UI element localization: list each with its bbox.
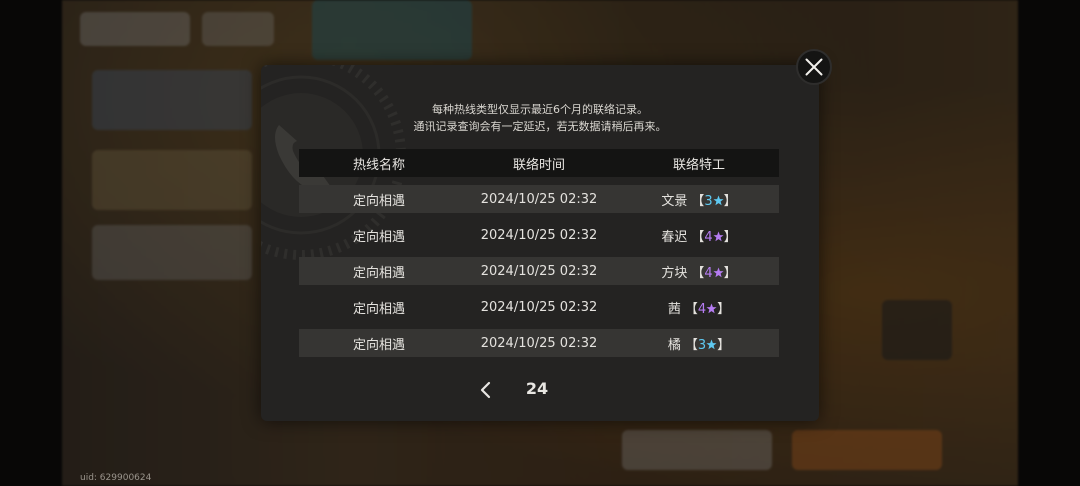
header-hotline-name: 热线名称 bbox=[352, 157, 405, 173]
rank-number: 3 bbox=[704, 193, 713, 209]
row-time: 2024/10/25 02:32 bbox=[480, 335, 598, 351]
rank-number: 4 bbox=[704, 265, 713, 281]
row-hotline: 定向相遇 bbox=[352, 229, 405, 245]
row-agent-cell: 春迟 【4】 bbox=[619, 226, 779, 245]
row-agent: 文景 bbox=[661, 193, 688, 209]
row-hotline: 定向相遇 bbox=[352, 193, 405, 209]
header-contact-time: 联络时间 bbox=[512, 157, 565, 173]
star-icon bbox=[706, 338, 717, 349]
row-time: 2024/10/25 02:32 bbox=[480, 227, 598, 243]
row-agent-cell: 茜【4】 bbox=[619, 298, 779, 317]
header-contact-agent: 联络特工 bbox=[672, 157, 725, 173]
close-button[interactable] bbox=[796, 49, 832, 85]
table-row: 定向相遇 2024/10/25 02:32 橘【3】 bbox=[299, 329, 779, 357]
star-icon bbox=[713, 266, 724, 277]
pagination: 24 bbox=[261, 378, 819, 402]
rank-number: 4 bbox=[704, 229, 713, 245]
row-time: 2024/10/25 02:32 bbox=[480, 263, 598, 279]
notice-line-2: 通讯记录查询会有一定延迟，若无数据请稍后再来。 bbox=[413, 120, 667, 133]
row-agent: 方块 bbox=[661, 265, 688, 281]
star-icon bbox=[713, 194, 724, 205]
row-agent: 茜 bbox=[667, 301, 681, 317]
row-hotline: 定向相遇 bbox=[352, 337, 405, 353]
rank-number: 4 bbox=[697, 301, 707, 317]
contact-record-panel: 每种热线类型仅显示最近6个月的联络记录。 通讯记录查询会有一定延迟，若无数据请稍… bbox=[261, 65, 819, 421]
chevron-left-icon bbox=[480, 381, 491, 399]
row-agent-cell: 橘【3】 bbox=[619, 334, 779, 353]
table-header: 热线名称 联络时间 联络特工 bbox=[299, 149, 779, 177]
row-agent: 春迟 bbox=[661, 229, 688, 245]
rank-number: 3 bbox=[697, 337, 707, 353]
row-agent-cell: 文景 【3】 bbox=[619, 190, 779, 209]
agent-rank: 【4】 bbox=[691, 229, 737, 245]
table-row: 定向相遇 2024/10/25 02:32 春迟 【4】 bbox=[299, 221, 779, 249]
table-row: 定向相遇 2024/10/25 02:32 茜【4】 bbox=[299, 293, 779, 321]
prev-page-button[interactable] bbox=[476, 380, 496, 400]
contact-table: 热线名称 联络时间 联络特工 定向相遇 2024/10/25 02:32 文景【… bbox=[299, 149, 779, 357]
notice-text: 每种热线类型仅显示最近6个月的联络记录。 通讯记录查询会有一定延迟，若无数据请稍… bbox=[261, 101, 819, 135]
row-time: 2024/10/25 02:32 bbox=[480, 299, 598, 315]
table-row: 定向相遇 2024/10/25 02:32 文景 【3】 bbox=[299, 185, 779, 213]
row-agent: 橘 bbox=[667, 337, 681, 353]
notice-line-1: 每种热线类型仅显示最近6个月的联络记录。 bbox=[432, 103, 648, 116]
close-icon bbox=[805, 58, 823, 76]
page-number: 24 bbox=[525, 379, 549, 398]
agent-rank: 【3】 bbox=[691, 193, 737, 209]
uid-label: uid: 629900624 bbox=[80, 473, 152, 483]
agent-rank: 【4】 bbox=[684, 301, 731, 317]
row-time: 2024/10/25 02:32 bbox=[480, 191, 598, 207]
star-icon bbox=[713, 230, 724, 241]
star-icon bbox=[706, 302, 717, 313]
row-hotline: 定向相遇 bbox=[352, 265, 405, 281]
table-row: 定向相遇 2024/10/25 02:32 方块 【4】 bbox=[299, 257, 779, 285]
agent-rank: 【4】 bbox=[691, 265, 737, 281]
agent-rank: 【3】 bbox=[684, 337, 731, 353]
row-agent-cell: 方块 【4】 bbox=[619, 262, 779, 281]
row-hotline: 定向相遇 bbox=[352, 301, 405, 317]
